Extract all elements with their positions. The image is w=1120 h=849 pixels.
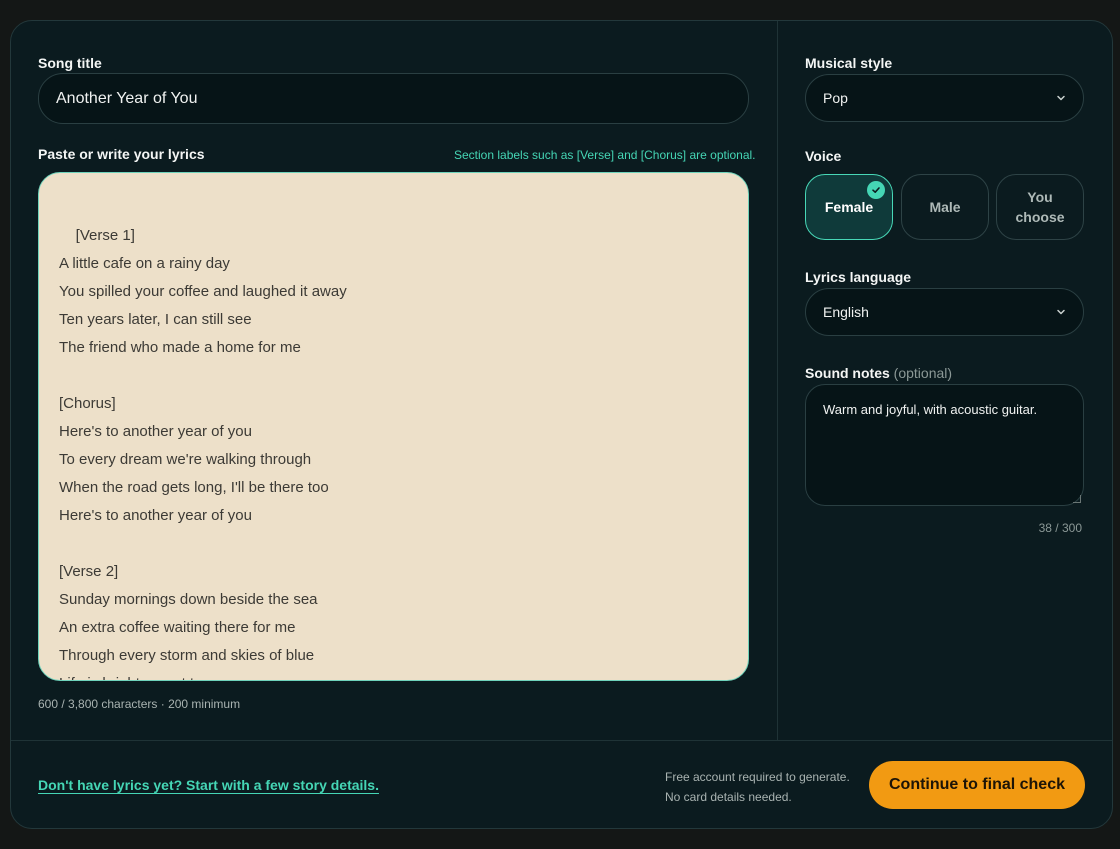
story-details-link[interactable]: Don't have lyrics yet? Start with a few … — [38, 777, 379, 793]
lyrics-language-value: English — [823, 304, 869, 320]
lyrics-text: [Verse 1] A little cafe on a rainy day Y… — [59, 227, 347, 680]
continue-button[interactable]: Continue to final check — [869, 761, 1085, 809]
chevron-down-icon — [1057, 309, 1065, 315]
song-title-label: Song title — [38, 55, 102, 71]
lyrics-character-counter: 600 / 3,800 characters · 200 minimum — [38, 697, 241, 711]
voice-label: Voice — [805, 148, 842, 164]
lyrics-label: Paste or write your lyrics — [38, 146, 205, 162]
chevron-down-icon — [1057, 95, 1065, 101]
sound-notes-optional: (optional) — [893, 365, 953, 381]
free-account-note-line: Free account required to generate. — [665, 770, 850, 784]
column-divider — [777, 21, 778, 740]
free-account-note: Free account required to generate. No ca… — [665, 767, 850, 807]
lyrics-textarea[interactable]: [Verse 1] A little cafe on a rainy day Y… — [38, 172, 749, 681]
lyrics-language-label: Lyrics language — [805, 269, 912, 285]
sound-notes-textarea[interactable]: Warm and joyful, with acoustic guitar. — [805, 384, 1084, 506]
sound-notes-label: Sound notes (optional) — [805, 365, 952, 381]
resize-handle-icon[interactable] — [738, 670, 746, 678]
voice-option-label: Female — [824, 199, 874, 215]
lyrics-language-select[interactable]: English — [805, 288, 1084, 336]
free-account-note-line: No card details needed. — [665, 790, 792, 804]
sound-notes-counter: 38 / 300 — [1038, 521, 1082, 535]
voice-option-you-choose[interactable]: You choose — [996, 174, 1084, 240]
sound-notes-label-text: Sound notes — [805, 365, 890, 381]
footer-divider — [11, 740, 1112, 741]
resize-handle-icon[interactable] — [1073, 495, 1081, 503]
musical-style-value: Pop — [823, 90, 848, 106]
musical-style-label: Musical style — [805, 55, 893, 71]
song-form-card: Song title Another Year of You Paste or … — [10, 20, 1113, 829]
voice-option-label: Male — [929, 199, 961, 215]
lyrics-hint: Section labels such as [Verse] and [Chor… — [454, 148, 756, 162]
voice-option-female[interactable]: Female — [805, 174, 893, 240]
voice-option-label: You choose — [1015, 189, 1065, 225]
voice-option-male[interactable]: Male — [901, 174, 989, 240]
song-title-input[interactable]: Another Year of You — [38, 73, 749, 124]
musical-style-select[interactable]: Pop — [805, 74, 1084, 122]
check-icon — [867, 181, 885, 199]
sound-notes-text: Warm and joyful, with acoustic guitar. — [823, 402, 1038, 417]
